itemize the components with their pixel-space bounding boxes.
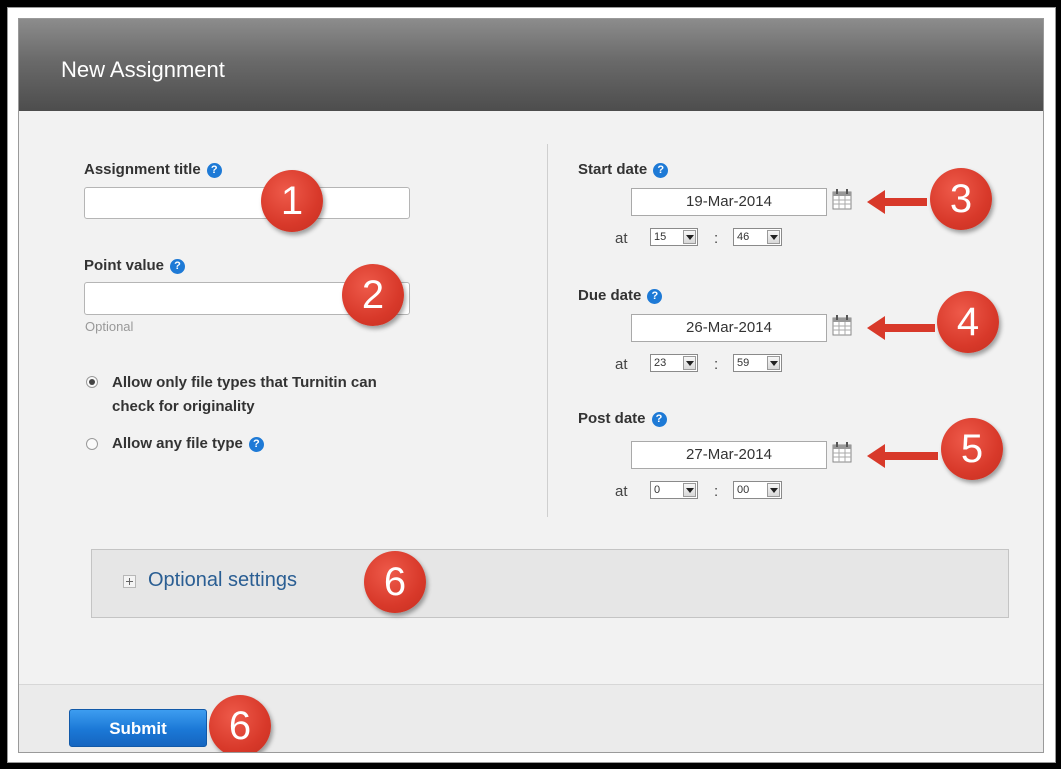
due-hour-select[interactable]: 23 [650, 354, 698, 372]
start-minute-select[interactable]: 46 [733, 228, 782, 246]
assignment-title-label: Assignment title? [84, 161, 222, 178]
file-types-turnitin-line2: check for originality [112, 398, 255, 415]
start-at-label: at [615, 230, 628, 247]
file-types-any-text: Allow any file type [112, 435, 243, 452]
calendar-icon[interactable] [832, 441, 852, 463]
start-minute-value: 46 [737, 231, 750, 243]
column-divider [547, 144, 548, 517]
post-at-label: at [615, 483, 628, 500]
chevron-down-icon [683, 356, 696, 370]
due-date-label: Due date? [578, 287, 663, 304]
post-minute-select[interactable]: 00 [733, 481, 782, 499]
post-minute-value: 00 [737, 484, 750, 496]
chevron-down-icon [683, 483, 696, 497]
plus-icon[interactable] [123, 575, 136, 588]
file-types-turnitin-radio[interactable] [86, 376, 98, 388]
post-hour-select[interactable]: 0 [650, 481, 698, 499]
panel-header: New Assignment [19, 19, 1043, 111]
point-value-label: Point value? [84, 257, 186, 274]
start-time-separator: : [714, 230, 719, 247]
due-hour-value: 23 [654, 357, 667, 369]
help-icon[interactable]: ? [248, 437, 264, 452]
annotation-badge-6-submit: 6 [209, 695, 271, 752]
post-time-separator: : [714, 483, 719, 500]
submit-button[interactable]: Submit [69, 709, 207, 747]
page-title: New Assignment [61, 57, 225, 82]
point-value-hint: Optional [85, 319, 134, 334]
start-hour-value: 15 [654, 231, 667, 243]
annotation-badge-4: 4 [937, 291, 999, 353]
start-hour-select[interactable]: 15 [650, 228, 698, 246]
annotation-badge-5: 5 [941, 418, 1003, 480]
calendar-icon[interactable] [832, 188, 852, 210]
due-time-separator: : [714, 356, 719, 373]
annotation-badge-3: 3 [930, 168, 992, 230]
calendar-icon[interactable] [832, 314, 852, 336]
start-date-label: Start date? [578, 161, 669, 178]
chevron-down-icon [767, 230, 780, 244]
optional-settings-link[interactable]: Optional settings [148, 569, 297, 592]
start-date-label-text: Start date [578, 161, 648, 178]
chevron-down-icon [683, 230, 696, 244]
help-icon[interactable]: ? [651, 412, 667, 427]
file-types-turnitin-line1: Allow only file types that Turnitin can [112, 374, 377, 391]
start-date-input[interactable]: 19-Mar-2014 [631, 188, 827, 216]
assignment-title-label-text: Assignment title [84, 161, 201, 178]
file-types-any-radio[interactable] [86, 438, 98, 450]
help-icon[interactable]: ? [206, 163, 222, 178]
annotation-badge-6-optional: 6 [364, 551, 426, 613]
file-types-any-label[interactable]: Allow any file type? [112, 432, 264, 456]
annotation-arrow-3 [867, 190, 927, 214]
post-date-input[interactable]: 27-Mar-2014 [631, 441, 827, 469]
annotation-badge-2: 2 [342, 264, 404, 326]
help-icon[interactable]: ? [170, 259, 186, 274]
new-assignment-panel: New Assignment Assignment title? Point v… [18, 18, 1044, 753]
annotation-badge-1: 1 [261, 170, 323, 232]
due-date-input[interactable]: 26-Mar-2014 [631, 314, 827, 342]
help-icon[interactable]: ? [647, 289, 663, 304]
annotation-arrow-5 [867, 444, 938, 468]
optional-settings-section[interactable]: Optional settings [91, 549, 1009, 618]
chevron-down-icon [767, 483, 780, 497]
post-date-label: Post date? [578, 410, 667, 427]
assignment-title-input[interactable] [84, 187, 410, 219]
post-hour-value: 0 [654, 484, 661, 496]
due-date-label-text: Due date [578, 287, 642, 304]
due-at-label: at [615, 356, 628, 373]
chevron-down-icon [767, 356, 780, 370]
file-types-turnitin-label[interactable]: Allow only file types that Turnitin can … [112, 371, 377, 419]
due-minute-select[interactable]: 59 [733, 354, 782, 372]
due-minute-value: 59 [737, 357, 750, 369]
post-date-label-text: Post date [578, 410, 646, 427]
form-footer: Submit [19, 684, 1043, 752]
help-icon[interactable]: ? [653, 163, 669, 178]
annotation-arrow-4 [867, 316, 935, 340]
point-value-label-text: Point value [84, 257, 165, 274]
